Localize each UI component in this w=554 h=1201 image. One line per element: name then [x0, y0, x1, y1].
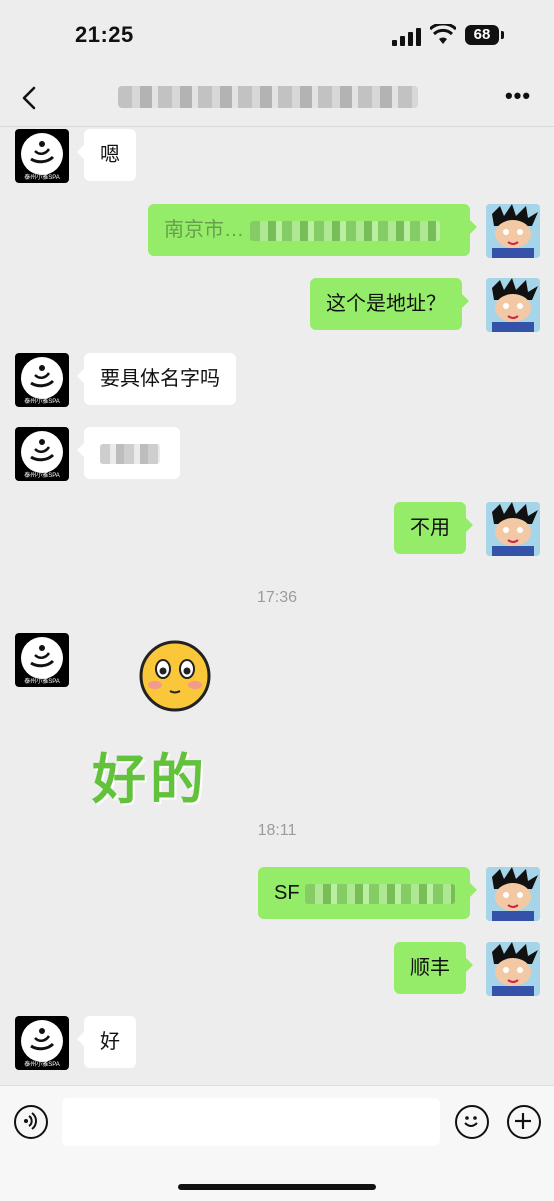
cartoon-boy-avatar-icon: [486, 278, 540, 332]
input-bar: [0, 1085, 554, 1201]
message-bubble[interactable]: 不用: [394, 502, 473, 554]
blurred-name: [100, 443, 160, 464]
wifi-icon: [430, 24, 456, 44]
blurred-tracking-number: [305, 883, 456, 904]
voice-icon[interactable]: [14, 1105, 48, 1139]
timestamp: 17:36: [256, 589, 298, 606]
more-icon[interactable]: •••: [503, 85, 533, 110]
my-avatar[interactable]: [486, 204, 540, 258]
message-bubble[interactable]: 这个是地址？: [310, 278, 469, 330]
chat-title-blurred: [118, 86, 418, 108]
message-text: SF: [274, 882, 300, 904]
sticker-text: 好的: [92, 748, 208, 811]
plus-icon[interactable]: [507, 1105, 541, 1139]
message-list[interactable]: 泰州小雅SPA 嗯 南京市… 这个是地址？ 泰州小雅SPA 要具体名字吗 泰州小…: [0, 127, 554, 1085]
contact-avatar[interactable]: 泰州小雅SPA: [15, 633, 69, 687]
cartoon-boy-avatar-icon: [486, 204, 540, 258]
spa-logo-icon: [30, 1028, 55, 1051]
message-bubble[interactable]: 好: [77, 1016, 136, 1068]
message-text: 好: [100, 1031, 120, 1053]
battery-indicator: 68: [465, 25, 499, 45]
avatar-caption: 泰州小雅SPA: [24, 679, 60, 685]
message-text: 不用: [410, 517, 450, 539]
blushing-face-emoji-icon: [139, 640, 211, 712]
avatar-caption: 泰州小雅SPA: [24, 1062, 60, 1068]
battery-nub: [501, 31, 504, 39]
message-text: 这个是地址？: [326, 293, 446, 315]
chat-header: •••: [0, 70, 554, 127]
cartoon-boy-avatar-icon: [486, 502, 540, 556]
message-bubble[interactable]: SF: [258, 867, 477, 919]
my-avatar[interactable]: [486, 502, 540, 556]
message-text: 嗯: [100, 144, 120, 166]
cartoon-boy-avatar-icon: [486, 867, 540, 921]
home-indicator: [178, 1184, 376, 1190]
message-bubble[interactable]: 嗯: [77, 129, 136, 181]
message-bubble[interactable]: 南京市…: [148, 204, 477, 256]
status-time: 21:25: [75, 22, 134, 47]
emoji-icon[interactable]: [455, 1105, 489, 1139]
avatar-caption: 泰州小雅SPA: [24, 399, 60, 405]
contact-avatar[interactable]: 泰州小雅SPA: [15, 427, 69, 481]
cartoon-boy-avatar-icon: [486, 942, 540, 996]
message-text: 南京市…: [164, 219, 244, 241]
message-bubble[interactable]: [77, 427, 180, 479]
message-text: 顺丰: [410, 957, 450, 979]
signal-icon: [392, 28, 422, 46]
message-bubble[interactable]: 要具体名字吗: [77, 353, 236, 405]
blurred-address: [249, 220, 440, 241]
avatar-caption: 泰州小雅SPA: [24, 473, 60, 479]
contact-avatar[interactable]: 泰州小雅SPA: [15, 129, 69, 183]
avatar-caption: 泰州小雅SPA: [24, 175, 60, 181]
my-avatar[interactable]: [486, 942, 540, 996]
my-avatar[interactable]: [486, 278, 540, 332]
message-input[interactable]: [62, 1098, 440, 1146]
message-text: 要具体名字吗: [100, 368, 220, 390]
back-chevron-icon[interactable]: [16, 82, 44, 114]
spa-logo-icon: [30, 141, 55, 164]
status-bar: 21:25 68: [0, 0, 554, 70]
my-avatar[interactable]: [486, 867, 540, 921]
spa-logo-icon: [30, 645, 55, 668]
message-bubble[interactable]: 顺丰: [394, 942, 473, 994]
timestamp: 18:11: [257, 822, 297, 839]
contact-avatar[interactable]: 泰州小雅SPA: [15, 1016, 69, 1070]
contact-avatar[interactable]: 泰州小雅SPA: [15, 353, 69, 407]
spa-logo-icon: [30, 365, 55, 388]
sticker-message[interactable]: 好的: [88, 637, 248, 811]
spa-logo-icon: [30, 439, 55, 462]
